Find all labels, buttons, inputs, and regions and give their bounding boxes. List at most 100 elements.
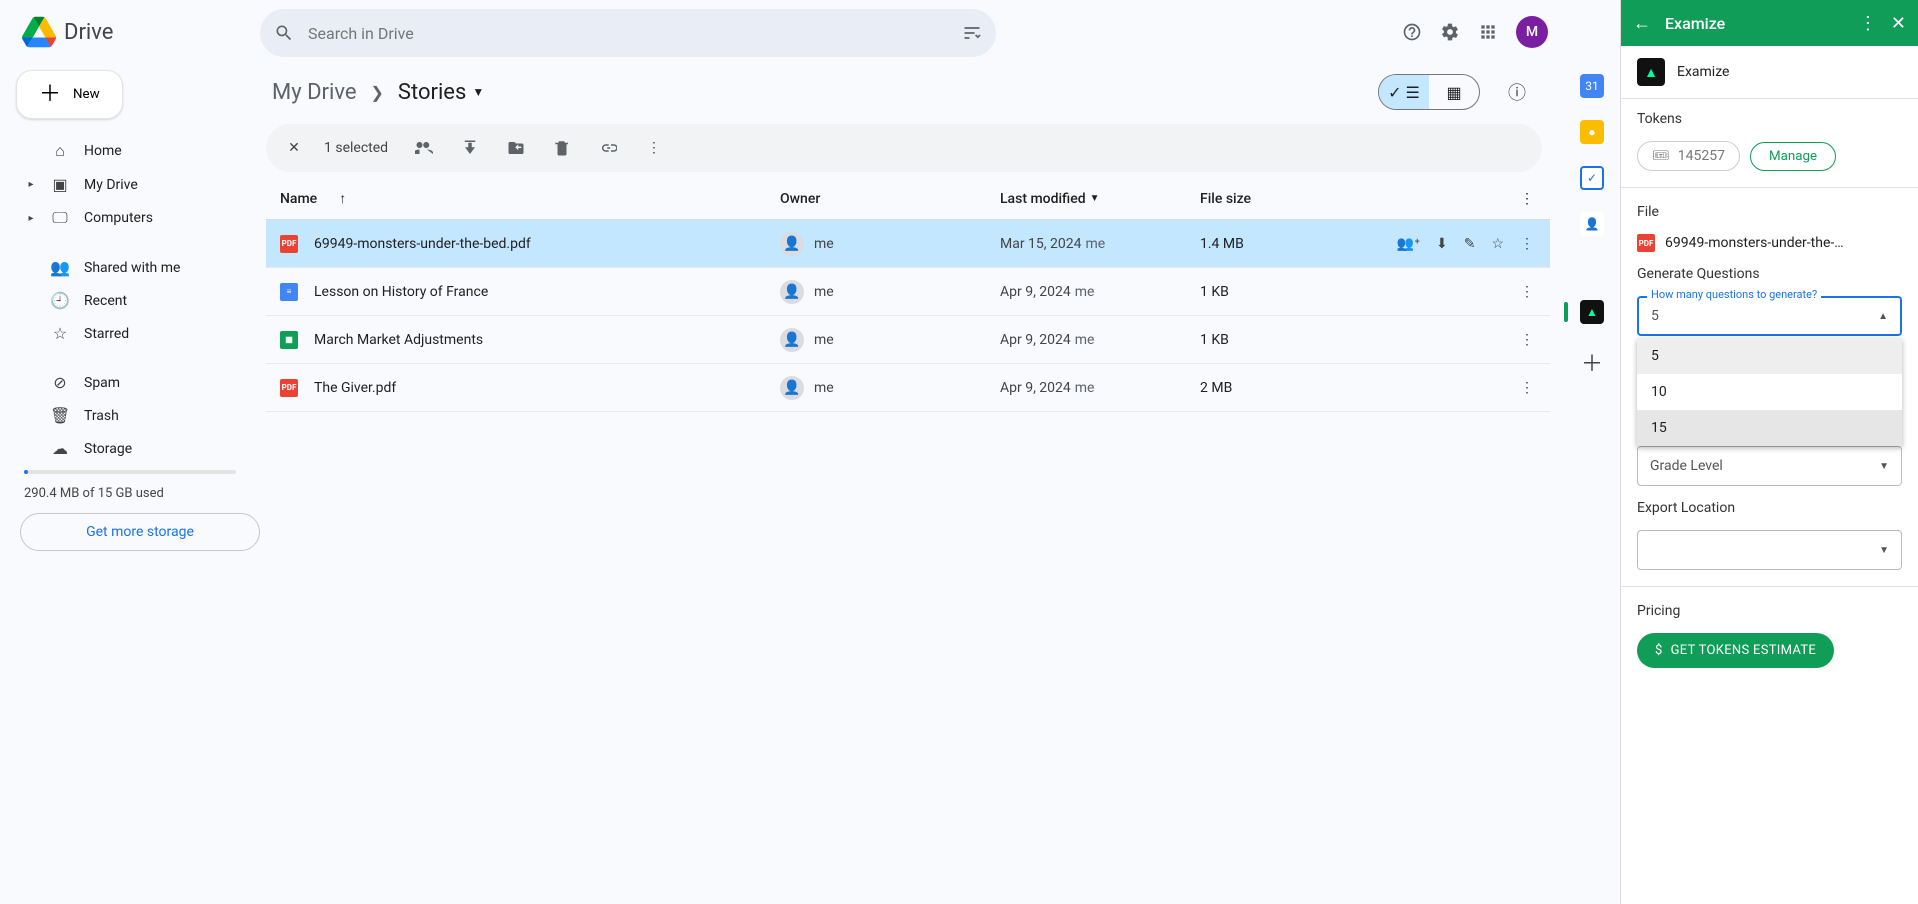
apps-icon[interactable] bbox=[1478, 22, 1498, 42]
owner-avatar: 👤 bbox=[780, 232, 804, 256]
table-row[interactable]: PDF The Giver.pdf 👤me Apr 9, 2024me 2 MB… bbox=[266, 364, 1550, 412]
table-row[interactable]: ≡ Lesson on History of France 👤me Apr 9,… bbox=[266, 268, 1550, 316]
sidebar: Drive ＋ New ⌂Home ▸▣My Drive ▸🖵Computers… bbox=[0, 0, 260, 904]
shared-icon: 👥 bbox=[50, 258, 70, 277]
more-actions-button[interactable]: ⋮ bbox=[634, 128, 674, 168]
add-addon-button[interactable]: ＋ bbox=[1581, 346, 1603, 378]
share-button[interactable] bbox=[404, 128, 444, 168]
link-button[interactable] bbox=[588, 128, 628, 168]
row-more-icon[interactable]: ⋮ bbox=[1520, 380, 1534, 396]
breadcrumb-current-label: Stories bbox=[398, 80, 466, 105]
modified-date: Apr 9, 2024 bbox=[1000, 380, 1071, 396]
panel-app-row: ▲ Examize bbox=[1621, 46, 1918, 99]
pdf-icon: PDF bbox=[280, 235, 298, 253]
nav-label: My Drive bbox=[84, 177, 138, 193]
nav-mydrive[interactable]: ▸▣My Drive bbox=[16, 169, 260, 200]
dropdown-option[interactable]: 15 bbox=[1637, 410, 1902, 446]
delete-button[interactable] bbox=[542, 128, 582, 168]
table-row[interactable]: ▦ March Market Adjustments 👤me Apr 9, 20… bbox=[266, 316, 1550, 364]
search-options-icon[interactable] bbox=[962, 23, 982, 43]
col-size[interactable]: File size bbox=[1200, 191, 1360, 207]
breadcrumb-current[interactable]: Stories▼ bbox=[398, 80, 484, 105]
breadcrumb: My Drive ❯ Stories▼ ✓ ☰ ▦ ⓘ bbox=[266, 64, 1550, 116]
get-storage-button[interactable]: Get more storage bbox=[20, 513, 260, 551]
dropdown-up-icon: ▲ bbox=[1878, 311, 1888, 322]
col-lastmod[interactable]: Last modified bbox=[1000, 191, 1086, 207]
new-button[interactable]: ＋ New bbox=[16, 70, 123, 119]
modified-by: me bbox=[1075, 380, 1095, 396]
export-location-select[interactable]: ▼ bbox=[1637, 530, 1902, 570]
file-label: File bbox=[1637, 204, 1902, 220]
breadcrumb-root[interactable]: My Drive bbox=[272, 80, 357, 105]
calendar-addon[interactable]: 31 bbox=[1580, 74, 1604, 98]
nav-recent[interactable]: 🕘Recent bbox=[16, 285, 260, 316]
panel-file-row: PDF 69949-monsters-under-the-… bbox=[1637, 234, 1902, 252]
user-avatar[interactable]: M bbox=[1516, 16, 1548, 48]
share-icon[interactable]: 👥⁺ bbox=[1397, 236, 1420, 252]
nav-label: Computers bbox=[84, 210, 153, 226]
file-size: 1 KB bbox=[1200, 284, 1360, 300]
drive-logo[interactable]: Drive bbox=[16, 8, 260, 56]
edit-icon[interactable]: ✎ bbox=[1464, 236, 1476, 252]
star-icon[interactable]: ☆ bbox=[1491, 236, 1504, 252]
grade-level-select[interactable]: Grade Level ▼ bbox=[1637, 446, 1902, 486]
sort-asc-icon[interactable]: ↑ bbox=[339, 190, 346, 207]
doc-icon: ≡ bbox=[280, 283, 298, 301]
col-name[interactable]: Name bbox=[280, 191, 317, 207]
keep-addon[interactable]: ● bbox=[1580, 120, 1604, 144]
search-bar[interactable] bbox=[260, 9, 996, 57]
selection-bar: ✕ 1 selected ⋮ bbox=[266, 124, 1542, 172]
grid-view-button[interactable]: ▦ bbox=[1429, 75, 1479, 109]
panel-more-icon[interactable]: ⋮ bbox=[1859, 13, 1877, 34]
file-name: The Giver.pdf bbox=[314, 380, 396, 396]
owner-name: me bbox=[814, 284, 834, 300]
nav-starred[interactable]: ☆Starred bbox=[16, 318, 260, 349]
nav-shared[interactable]: 👥Shared with me bbox=[16, 252, 260, 283]
download-icon[interactable]: ⬇ bbox=[1436, 236, 1448, 252]
view-toggle: ✓ ☰ ▦ bbox=[1378, 74, 1480, 110]
get-estimate-button[interactable]: $ GET TOKENS ESTIMATE bbox=[1637, 633, 1834, 668]
pdf-icon: PDF bbox=[280, 379, 298, 397]
panel-file-name: 69949-monsters-under-the-… bbox=[1665, 235, 1844, 251]
modified-date: Apr 9, 2024 bbox=[1000, 332, 1071, 348]
tasks-addon[interactable]: ✓ bbox=[1580, 166, 1604, 190]
tokens-chip: 🎟 145257 bbox=[1637, 141, 1740, 171]
info-icon[interactable]: ⓘ bbox=[1508, 79, 1526, 105]
nav-trash[interactable]: 🗑Trash bbox=[16, 400, 260, 431]
pricing-button-label: GET TOKENS ESTIMATE bbox=[1671, 643, 1817, 658]
search-input[interactable] bbox=[308, 24, 948, 43]
settings-icon[interactable] bbox=[1440, 22, 1460, 42]
examize-addon[interactable]: ▲ bbox=[1580, 300, 1604, 324]
grade-level-label: Grade Level bbox=[1650, 458, 1723, 474]
col-more[interactable]: ⋮ bbox=[1360, 191, 1540, 207]
dropdown-icon: ▼ bbox=[1879, 545, 1889, 556]
nav-computers[interactable]: ▸🖵Computers bbox=[16, 202, 260, 234]
row-more-icon[interactable]: ⋮ bbox=[1520, 332, 1534, 348]
help-icon[interactable] bbox=[1402, 22, 1422, 42]
col-owner[interactable]: Owner bbox=[780, 191, 1000, 207]
manage-button[interactable]: Manage bbox=[1750, 142, 1836, 171]
row-more-icon[interactable]: ⋮ bbox=[1520, 236, 1534, 252]
panel-app-name: Examize bbox=[1677, 64, 1729, 80]
nav-home[interactable]: ⌂Home bbox=[16, 135, 260, 167]
app-name: Drive bbox=[64, 20, 113, 45]
clear-selection-button[interactable]: ✕ bbox=[274, 128, 314, 168]
question-count-value: 5 bbox=[1651, 308, 1659, 324]
question-count-select[interactable]: How many questions to generate? 5 ▲ 5 10… bbox=[1637, 296, 1902, 336]
search-icon bbox=[274, 23, 294, 43]
dropdown-option[interactable]: 5 bbox=[1637, 338, 1902, 374]
owner-avatar: 👤 bbox=[780, 328, 804, 352]
move-button[interactable] bbox=[496, 128, 536, 168]
nav-storage[interactable]: ☁Storage bbox=[16, 433, 260, 464]
owner-name: me bbox=[814, 236, 834, 252]
table-row[interactable]: PDF 69949-monsters-under-the-bed.pdf 👤me… bbox=[266, 220, 1550, 268]
download-button[interactable] bbox=[450, 128, 490, 168]
dropdown-option[interactable]: 10 bbox=[1637, 374, 1902, 410]
back-icon[interactable]: ← bbox=[1633, 13, 1651, 34]
contacts-addon[interactable]: 👤 bbox=[1580, 212, 1604, 236]
panel-close-icon[interactable]: ✕ bbox=[1891, 13, 1906, 34]
row-more-icon[interactable]: ⋮ bbox=[1520, 284, 1534, 300]
list-view-button[interactable]: ✓ ☰ bbox=[1379, 75, 1429, 109]
nav-spam[interactable]: ⊘Spam bbox=[16, 367, 260, 398]
owner-name: me bbox=[814, 380, 834, 396]
